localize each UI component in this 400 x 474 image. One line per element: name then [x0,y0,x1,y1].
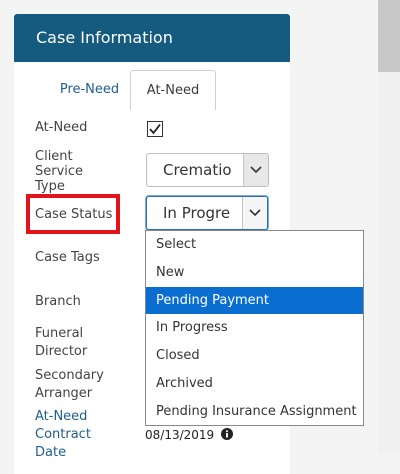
dropdown-option-pending-payment[interactable]: Pending Payment [146,286,363,315]
case-status-select[interactable]: In Progre [146,196,268,230]
client-service-type-select[interactable]: Crematio [146,153,269,187]
client-service-type-label: Client Service Type [35,149,84,194]
page-scrollbar-thumb[interactable] [378,0,400,72]
branch-label: Branch [35,294,81,309]
dropdown-option-pending-insurance-assignment[interactable]: Pending Insurance Assignment [146,398,363,426]
at-need-checkbox[interactable] [147,121,163,137]
tab-at-need[interactable]: At-Need [130,70,216,110]
dropdown-option-closed[interactable]: Closed [146,342,363,370]
checkmark-icon [149,123,161,135]
dropdown-option-new[interactable]: New [146,259,363,287]
tab-pre-need[interactable]: Pre-Need [47,70,132,110]
card-title: Case Information [14,14,290,62]
case-tags-label: Case Tags [35,250,100,265]
dropdown-option-select[interactable]: Select [146,231,363,259]
chevron-down-icon [249,209,261,217]
client-service-type-dropdown-button[interactable] [243,154,268,186]
dropdown-option-in-progress[interactable]: In Progress [146,314,363,342]
at-need-label: At-Need [35,120,88,135]
at-need-contract-date-value: 08/13/2019 [145,428,215,442]
case-status-value: In Progre [163,204,231,222]
dropdown-option-archived[interactable]: Archived [146,370,363,398]
case-status-dropdown-button[interactable] [242,197,267,229]
case-status-dropdown-list[interactable]: Select New Pending Payment In Progress C… [145,230,364,426]
at-need-contract-date-label[interactable]: At-Need Contract Date [35,409,91,460]
chevron-down-icon [250,166,262,174]
funeral-director-label: Funeral Director [35,326,88,359]
client-service-type-value: Crematio [163,161,232,179]
case-status-highlight-annotation [26,194,120,234]
info-circle-icon[interactable] [221,428,233,440]
secondary-arranger-label: Secondary Arranger [35,368,104,401]
